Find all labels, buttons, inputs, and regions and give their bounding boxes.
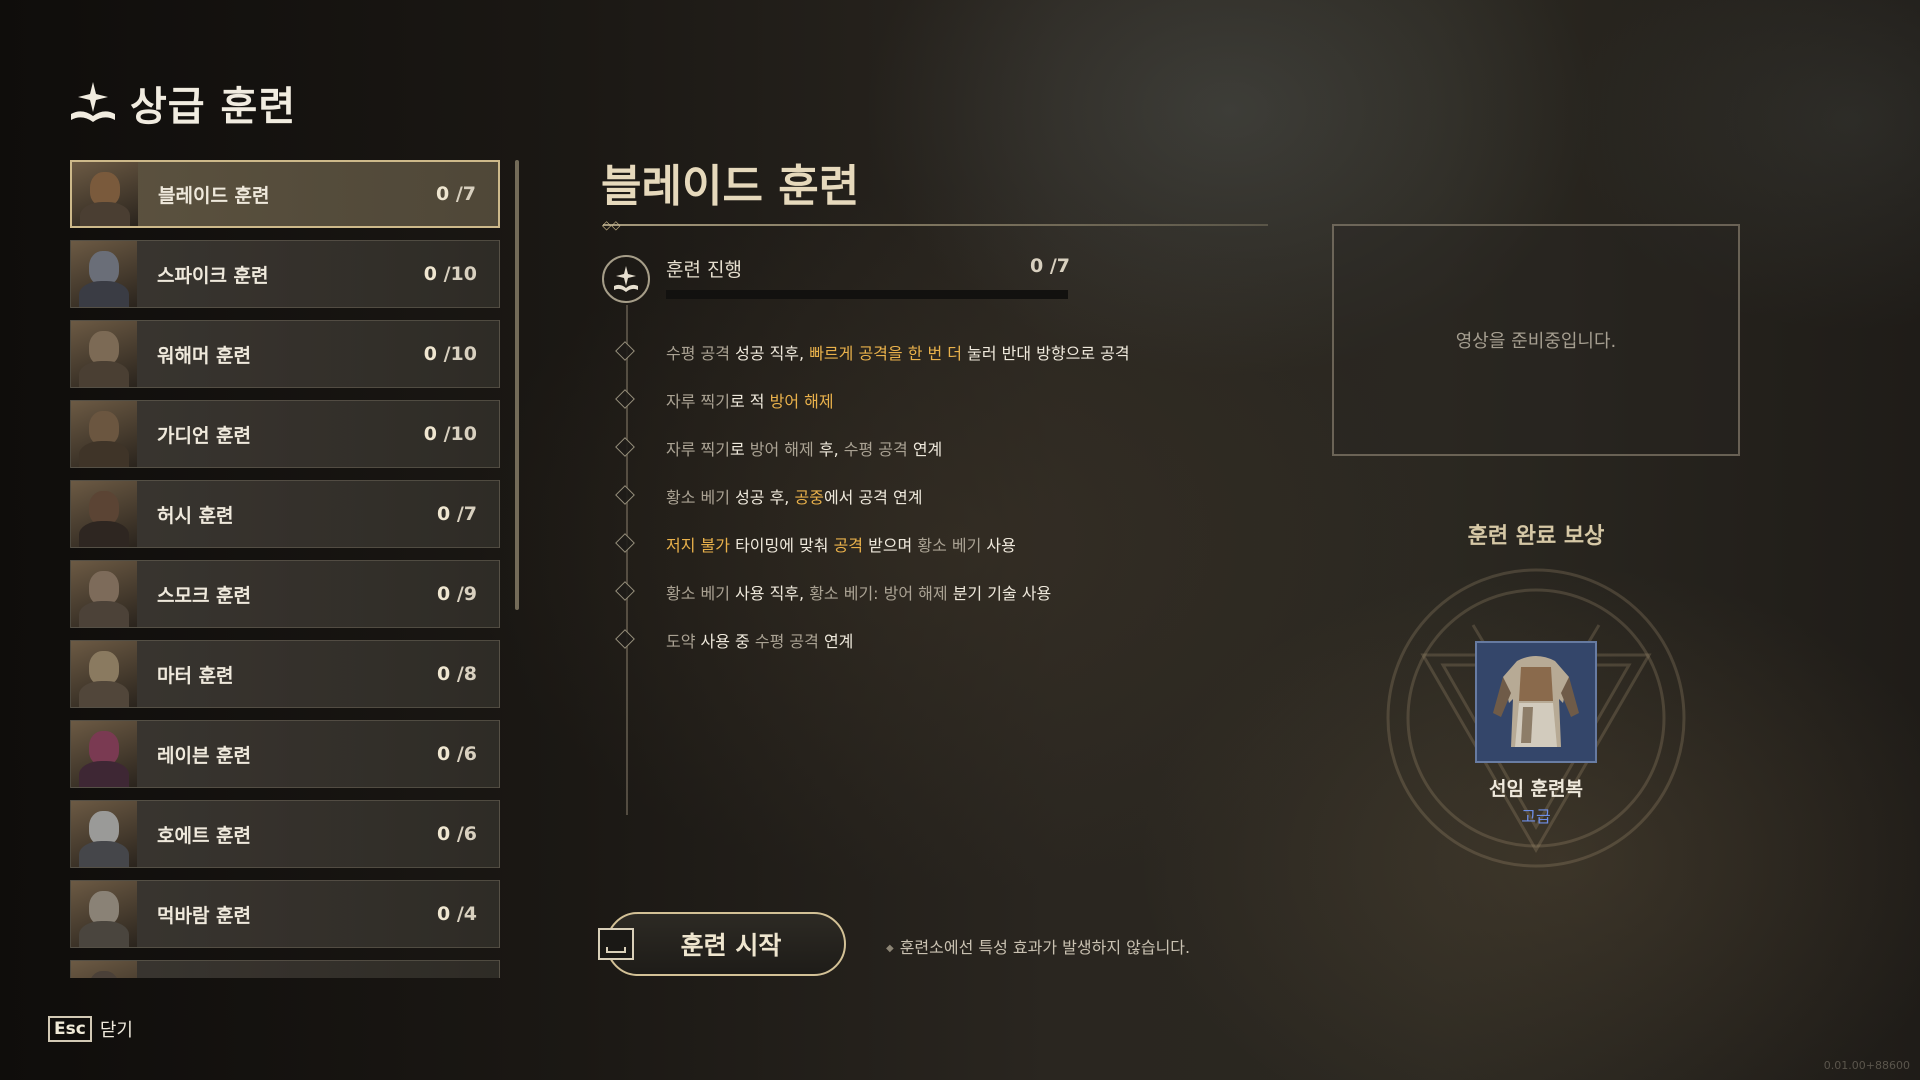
- step-diamond-icon: [615, 533, 635, 553]
- training-title: 블레이드 훈련: [601, 161, 860, 212]
- training-name: 호에트 훈련: [157, 824, 252, 847]
- training-step: 수평 공격 성공 직후, 빠르게 공격을 한 번 더 눌러 반대 방향으로 공격: [0, 338, 1130, 366]
- step-text: 자루 찍기로 방어 해제 후, 수평 공격 연계: [666, 440, 943, 459]
- training-outfit-icon: [1477, 643, 1595, 761]
- training-list-item[interactable]: 호에트 훈련 0 /6: [70, 800, 500, 868]
- training-step: 황소 베기 성공 후, 공중에서 공격 연계: [0, 482, 1000, 510]
- reward-grade: 고급: [1521, 807, 1551, 826]
- video-placeholder-text: 영상을 준비중입니다.: [1455, 331, 1617, 352]
- reward-name: 선임 훈련복: [1488, 778, 1583, 800]
- character-portrait-icon: [71, 881, 137, 947]
- training-list-item[interactable]: 레이븐 훈련 0 /6: [70, 720, 500, 788]
- step-text: 황소 베기 사용 직후, 황소 베기: 방어 해제 분기 기술 사용: [666, 584, 1052, 603]
- training-progress: 0 /10: [423, 263, 477, 285]
- title-divider: [603, 224, 1268, 226]
- progress-bar: [666, 290, 1068, 299]
- training-progress: 0 /6: [436, 823, 477, 845]
- step-text: 자루 찍기로 적 방어 해제: [666, 392, 834, 411]
- version-text: 0.01.00+88600: [1823, 1059, 1910, 1072]
- training-name: 레이븐 훈련: [157, 744, 252, 767]
- training-step: 황소 베기 사용 직후, 황소 베기: 방어 해제 분기 기술 사용: [0, 578, 1051, 606]
- training-name: 먹바람 훈련: [157, 904, 252, 927]
- step-text: 저지 불가 타이밍에 맞춰 공격 받으며 황소 베기 사용: [666, 536, 1016, 555]
- progress-count: 0 /7: [1030, 255, 1071, 277]
- training-list-item[interactable]: 먹바람 훈련 0 /4: [70, 880, 500, 948]
- close-label: 닫기: [99, 1020, 133, 1041]
- training-step: 도약 사용 중 수평 공격 연계: [0, 626, 1000, 654]
- step-text: 황소 베기 성공 후, 공중에서 공격 연계: [666, 488, 923, 507]
- training-step: 자루 찍기로 방어 해제 후, 수평 공격 연계: [0, 434, 1000, 462]
- steps-timeline: [626, 305, 628, 815]
- step-diamond-icon: [615, 581, 635, 601]
- training-list: 블레이드 훈련 0 /7 스파이크 훈련 0 /10 워해머 훈련 0 /10 가디언 훈련…: [70, 160, 502, 978]
- reward-title: 훈련 완료 보상: [1467, 524, 1605, 549]
- video-preview: 영상을 준비중입니다.: [1332, 224, 1740, 456]
- training-progress-icon: [602, 255, 650, 303]
- training-list-item[interactable]: [70, 960, 500, 978]
- training-notice: ◆ 훈련소에선 특성 효과가 발생하지 않습니다.: [886, 938, 1191, 957]
- step-diamond-icon: [615, 389, 635, 409]
- character-portrait-icon: [71, 961, 137, 978]
- step-diamond-icon: [615, 485, 635, 505]
- step-text: 도약 사용 중 수평 공격 연계: [666, 632, 854, 651]
- training-progress: 0 /8: [436, 663, 477, 685]
- training-step: 자루 찍기로 적 방어 해제: [0, 386, 1000, 414]
- character-portrait-icon: [71, 721, 137, 787]
- page-title: 상급 훈련: [130, 84, 297, 130]
- page-header: 상급 훈련: [68, 74, 296, 132]
- progress-label: 훈련 진행: [666, 259, 742, 281]
- training-progress: 0 /4: [436, 903, 477, 925]
- step-diamond-icon: [615, 437, 635, 457]
- spacebar-key-icon: [598, 928, 634, 960]
- training-list-item[interactable]: 스파이크 훈련 0 /10: [70, 240, 500, 308]
- training-progress: 0 /6: [436, 743, 477, 765]
- reward-item-slot[interactable]: [1475, 641, 1597, 763]
- training-name: 블레이드 훈련: [158, 184, 270, 207]
- character-portrait-icon: [72, 162, 138, 226]
- step-diamond-icon: [615, 629, 635, 649]
- character-portrait-icon: [71, 801, 137, 867]
- training-progress: 0 /7: [435, 183, 476, 205]
- training-name: 마터 훈련: [157, 664, 234, 687]
- esc-key-icon: Esc: [48, 1016, 92, 1042]
- close-control[interactable]: Esc 닫기: [48, 1016, 133, 1042]
- training-name: 스파이크 훈련: [157, 264, 269, 287]
- step-diamond-icon: [615, 341, 635, 361]
- training-list-item[interactable]: 블레이드 훈련 0 /7: [70, 160, 500, 228]
- book-sparkle-icon: [71, 82, 115, 122]
- step-text: 수평 공격 성공 직후, 빠르게 공격을 한 번 더 눌러 반대 방향으로 공격: [666, 344, 1130, 363]
- training-step: 저지 불가 타이밍에 맞춰 공격 받으며 황소 베기 사용: [0, 530, 1016, 558]
- character-portrait-icon: [71, 241, 137, 307]
- start-training-button[interactable]: 훈련 시작: [606, 912, 846, 976]
